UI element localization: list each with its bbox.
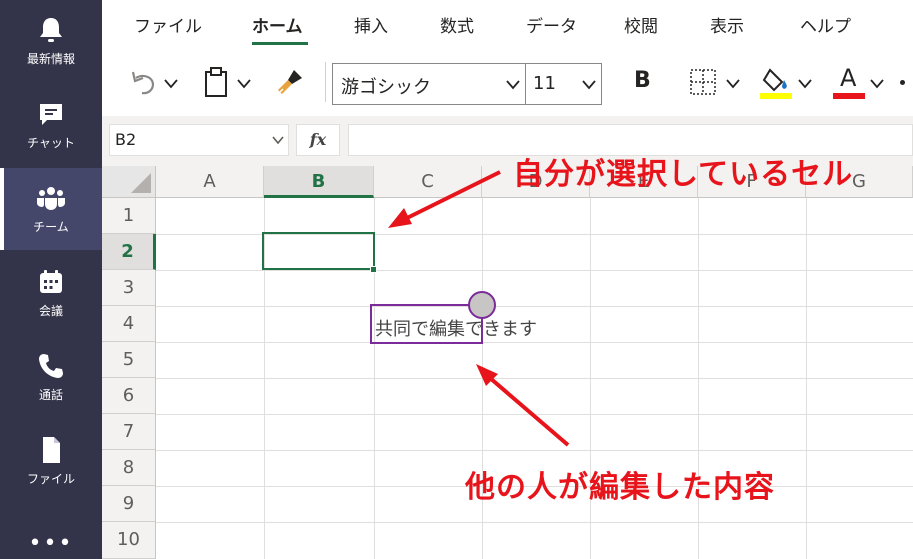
selected-cell-b2[interactable]: [262, 232, 375, 270]
rail-item-chat[interactable]: チャット: [0, 84, 102, 166]
gridline: [156, 378, 913, 379]
rail-label-meetings: 会議: [38, 304, 63, 318]
rail-item-activity[interactable]: 最新情報: [0, 0, 102, 82]
borders-chevron-down-icon[interactable]: [725, 78, 741, 90]
format-painter-icon[interactable]: [274, 66, 306, 98]
name-box-chevron-down-icon[interactable]: [272, 136, 284, 145]
undo-icon[interactable]: [128, 68, 158, 98]
font-size-chevron-down-icon[interactable]: [581, 79, 597, 91]
fill-handle[interactable]: [370, 266, 377, 273]
select-all-corner[interactable]: [102, 166, 156, 198]
more-apps-button[interactable]: •••: [0, 533, 102, 555]
annotation-others-edit: 他の人が編集した内容: [465, 470, 775, 505]
tab-file[interactable]: ファイル: [134, 12, 202, 37]
tab-data[interactable]: データ: [526, 12, 577, 37]
file-icon: [43, 437, 60, 463]
tab-view[interactable]: 表示: [710, 12, 744, 37]
font-color-chevron-down-icon[interactable]: [869, 78, 885, 90]
gridline: [156, 270, 913, 271]
ribbon-tabs: ファイル ホーム 挿入 数式 データ 校閲 表示 ヘルプ: [102, 0, 913, 50]
row-header-4[interactable]: 4: [102, 306, 156, 342]
row-header-8[interactable]: 8: [102, 450, 156, 486]
font-name-select[interactable]: 游ゴシック: [341, 73, 431, 99]
undo-chevron-down-icon[interactable]: [163, 78, 179, 90]
collaborator-avatar: [468, 291, 496, 319]
tab-formulas[interactable]: 数式: [440, 12, 474, 37]
font-size-select[interactable]: 11: [533, 73, 556, 94]
font-color-letter: A: [840, 64, 857, 92]
select-all-triangle-icon: [131, 173, 151, 193]
phone-icon: [39, 354, 63, 378]
row-header-3[interactable]: 3: [102, 270, 156, 306]
rail-item-files[interactable]: ファイル: [0, 420, 102, 502]
gridline: [156, 522, 913, 523]
chat-icon: [40, 104, 62, 125]
active-tab-indicator: [252, 42, 308, 45]
column-header-a[interactable]: A: [156, 166, 264, 198]
bold-button[interactable]: B: [634, 68, 651, 93]
row-header-10[interactable]: 10: [102, 522, 156, 559]
font-color-swatch: [833, 93, 865, 99]
gridline: [156, 342, 913, 343]
collaborator-cursor: [370, 304, 483, 344]
rail-item-calls[interactable]: 通話: [0, 336, 102, 418]
font-color-button[interactable]: A: [833, 64, 865, 100]
insert-function-button[interactable]: fx: [296, 124, 340, 156]
row-header-5[interactable]: 5: [102, 342, 156, 378]
rail-label-files: ファイル: [26, 472, 75, 486]
rail-label-chat: チャット: [27, 136, 75, 150]
gridline: [156, 414, 913, 415]
font-picker-divider: [525, 64, 526, 104]
fill-color-chevron-down-icon[interactable]: [797, 78, 813, 90]
name-box-value: B2: [115, 130, 137, 149]
toolbar-separator: [325, 62, 326, 102]
rail-item-meetings[interactable]: 会議: [0, 252, 102, 334]
column-header-c[interactable]: C: [374, 166, 482, 198]
tab-help[interactable]: ヘルプ: [800, 12, 851, 37]
name-box[interactable]: B2: [109, 124, 289, 156]
teams-app-rail: 最新情報 チャット チーム 会議 通話 ファイル •••: [0, 0, 102, 559]
borders-icon[interactable]: [688, 67, 718, 97]
tab-home[interactable]: ホーム: [252, 12, 303, 37]
font-name-chevron-down-icon[interactable]: [505, 79, 521, 91]
paste-chevron-down-icon[interactable]: [236, 78, 252, 90]
annotation-my-selection: 自分が選択しているセル: [513, 157, 854, 192]
fill-color-icon[interactable]: [760, 64, 792, 100]
teams-icon: [37, 187, 65, 210]
clipboard-icon[interactable]: [202, 66, 230, 98]
bell-icon: [40, 18, 62, 42]
column-header-b[interactable]: B: [264, 166, 374, 198]
row-header-2[interactable]: 2: [102, 234, 156, 270]
row-header-6[interactable]: 6: [102, 378, 156, 414]
tab-review[interactable]: 校閲: [624, 12, 658, 37]
rail-label-calls: 通話: [38, 388, 63, 402]
row-header-7[interactable]: 7: [102, 414, 156, 450]
rail-label-teams: チーム: [33, 220, 69, 234]
font-picker: 游ゴシック 11: [332, 63, 602, 105]
gridline: [156, 306, 913, 307]
row-header-1[interactable]: 1: [102, 198, 156, 234]
more-options-dot-icon[interactable]: [900, 80, 905, 85]
rail-item-teams[interactable]: チーム: [0, 168, 102, 250]
row-header-9[interactable]: 9: [102, 486, 156, 522]
rail-label-activity: 最新情報: [26, 52, 75, 66]
tab-insert[interactable]: 挿入: [354, 12, 388, 37]
gridline: [156, 450, 913, 451]
calendar-icon: [40, 270, 62, 293]
